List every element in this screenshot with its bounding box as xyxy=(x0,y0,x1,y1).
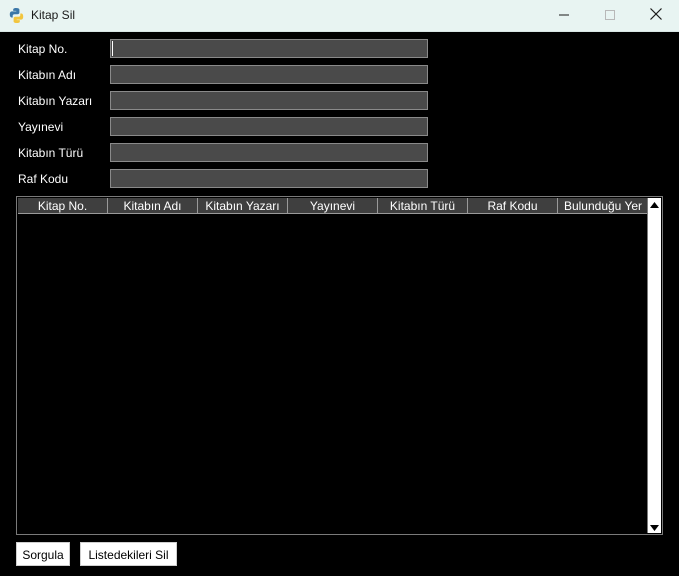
kitap-sil-window: Kitap Sil Kitap No. Kitabın Adı Kitabın … xyxy=(0,0,679,576)
kitabin-adi-label: Kitabın Adı xyxy=(18,68,77,82)
scrollbar-thumb[interactable] xyxy=(650,210,659,521)
kitap-no-input[interactable] xyxy=(110,39,428,58)
minimize-button[interactable] xyxy=(541,0,587,31)
column-header-bulundugu-yer[interactable]: Bulunduğu Yer xyxy=(558,198,648,214)
triangle-down-icon xyxy=(650,518,659,536)
raf-kodu-input[interactable] xyxy=(110,169,428,188)
window-title: Kitap Sil xyxy=(31,8,76,22)
kitabin-turu-input[interactable] xyxy=(110,143,428,162)
kitabin-yazari-label: Kitabın Yazarı xyxy=(18,94,93,108)
column-header-kitabin-adi[interactable]: Kitabın Adı xyxy=(108,198,198,214)
maximize-button[interactable] xyxy=(587,0,633,31)
kitabin-yazari-input[interactable] xyxy=(110,91,428,110)
column-header-kitap-no[interactable]: Kitap No. xyxy=(18,198,108,214)
column-header-kitabin-turu[interactable]: Kitabın Türü xyxy=(378,198,468,214)
close-button[interactable] xyxy=(633,0,679,31)
scroll-down-button[interactable] xyxy=(648,521,661,533)
scroll-up-button[interactable] xyxy=(648,198,661,210)
column-header-kitabin-yazari[interactable]: Kitabın Yazarı xyxy=(198,198,288,214)
table-header: Kitap No. Kitabın Adı Kitabın Yazarı Yay… xyxy=(18,198,648,214)
sorgula-button[interactable]: Sorgula xyxy=(16,542,70,566)
listedekileri-sil-button[interactable]: Listedekileri Sil xyxy=(80,542,177,566)
books-table[interactable]: Kitap No. Kitabın Adı Kitabın Yazarı Yay… xyxy=(16,196,663,535)
column-header-raf-kodu[interactable]: Raf Kodu xyxy=(468,198,558,214)
raf-kodu-label: Raf Kodu xyxy=(18,172,69,186)
close-icon xyxy=(650,7,662,25)
kitabin-turu-label: Kitabın Türü xyxy=(18,146,84,160)
yayinevi-label: Yayınevi xyxy=(18,120,64,134)
kitap-no-label: Kitap No. xyxy=(18,42,68,56)
vertical-scrollbar[interactable] xyxy=(647,198,661,533)
kitabin-adi-input[interactable] xyxy=(110,65,428,84)
yayinevi-input[interactable] xyxy=(110,117,428,136)
column-header-yayinevi[interactable]: Yayınevi xyxy=(288,198,378,214)
minimize-icon xyxy=(559,7,569,25)
maximize-icon xyxy=(605,7,615,25)
text-caret xyxy=(112,41,113,56)
title-bar: Kitap Sil xyxy=(0,0,679,32)
python-app-icon xyxy=(8,7,25,24)
